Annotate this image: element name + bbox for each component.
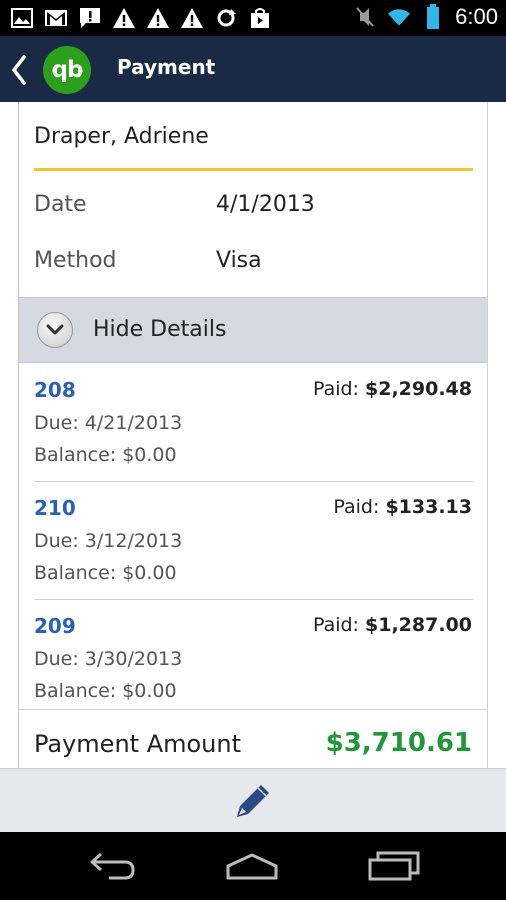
paid-label: Paid:	[312, 378, 359, 400]
invoice-balance: Balance: $0.00	[34, 562, 177, 584]
warning-icon	[180, 6, 204, 30]
invoice-due: Due: 3/12/2013	[34, 530, 183, 552]
back-icon[interactable]	[84, 850, 140, 882]
status-bar: 6:00	[0, 0, 506, 36]
home-icon[interactable]	[224, 850, 280, 882]
method-label: Method	[34, 248, 117, 273]
shopping-bag-icon	[248, 6, 272, 30]
mute-icon	[353, 5, 377, 29]
warning-icon	[112, 6, 136, 30]
method-value: Visa	[216, 248, 262, 273]
system-icons: 6:00	[353, 4, 498, 30]
clock: 6:00	[455, 4, 498, 29]
action-bar: qb Payment	[0, 36, 506, 102]
recent-apps-icon[interactable]	[366, 850, 422, 882]
paid-amount: $2,290.48	[365, 378, 472, 400]
gmail-icon	[44, 6, 68, 30]
paid-amount: $133.13	[385, 496, 472, 518]
invoice-paid: Paid: $1,287.00	[313, 614, 472, 636]
wifi-icon	[387, 5, 411, 29]
invoice-row[interactable]: 210 Paid: $133.13 Due: 3/12/2013 Balance…	[19, 482, 487, 600]
paid-label: Paid:	[312, 614, 359, 636]
chevron-down-circle-icon[interactable]	[37, 312, 73, 348]
battery-icon	[421, 4, 445, 29]
notification-icons	[10, 6, 272, 30]
hide-details-label: Hide Details	[93, 317, 227, 342]
logo-text: qb	[51, 57, 84, 83]
divider	[19, 709, 487, 710]
invoice-balance: Balance: $0.00	[34, 680, 177, 702]
invoice-number[interactable]: 209	[34, 614, 76, 638]
warning-icon	[146, 6, 170, 30]
invoice-due: Due: 4/21/2013	[34, 412, 183, 434]
invoice-due: Due: 3/30/2013	[34, 648, 183, 670]
date-label: Date	[34, 192, 87, 217]
quickbooks-logo[interactable]: qb	[43, 46, 91, 94]
navigation-bar	[0, 832, 506, 900]
chevron-left-icon[interactable]	[10, 55, 30, 85]
payment-amount-value: $3,710.61	[325, 728, 472, 758]
paid-label: Paid:	[333, 496, 380, 518]
date-value: 4/1/2013	[216, 192, 315, 217]
sync-icon	[214, 6, 238, 30]
image-notification-icon	[10, 6, 34, 30]
paid-amount: $1,287.00	[365, 614, 472, 636]
customer-name[interactable]: Draper, Adriene	[34, 124, 209, 149]
bottom-action-bar	[0, 768, 506, 832]
invoice-paid: Paid: $133.13	[333, 496, 472, 518]
invoice-number[interactable]: 210	[34, 496, 76, 520]
payment-amount-label: Payment Amount	[34, 730, 242, 758]
pencil-icon[interactable]	[233, 781, 273, 821]
invoice-paid: Paid: $2,290.48	[313, 378, 472, 400]
divider	[34, 168, 473, 171]
invoice-number[interactable]: 208	[34, 378, 76, 402]
chat-alert-icon	[78, 6, 102, 30]
invoice-balance: Balance: $0.00	[34, 444, 177, 466]
hide-details-toggle[interactable]: Hide Details	[19, 297, 487, 363]
payment-content: Draper, Adriene Date 4/1/2013 Method Vis…	[0, 102, 506, 768]
invoice-row[interactable]: 208 Paid: $2,290.48 Due: 4/21/2013 Balan…	[19, 364, 487, 482]
invoice-row[interactable]: 209 Paid: $1,287.00 Due: 3/30/2013 Balan…	[19, 600, 487, 718]
page-title: Payment	[117, 55, 216, 79]
payment-card: Draper, Adriene Date 4/1/2013 Method Vis…	[16, 102, 488, 768]
